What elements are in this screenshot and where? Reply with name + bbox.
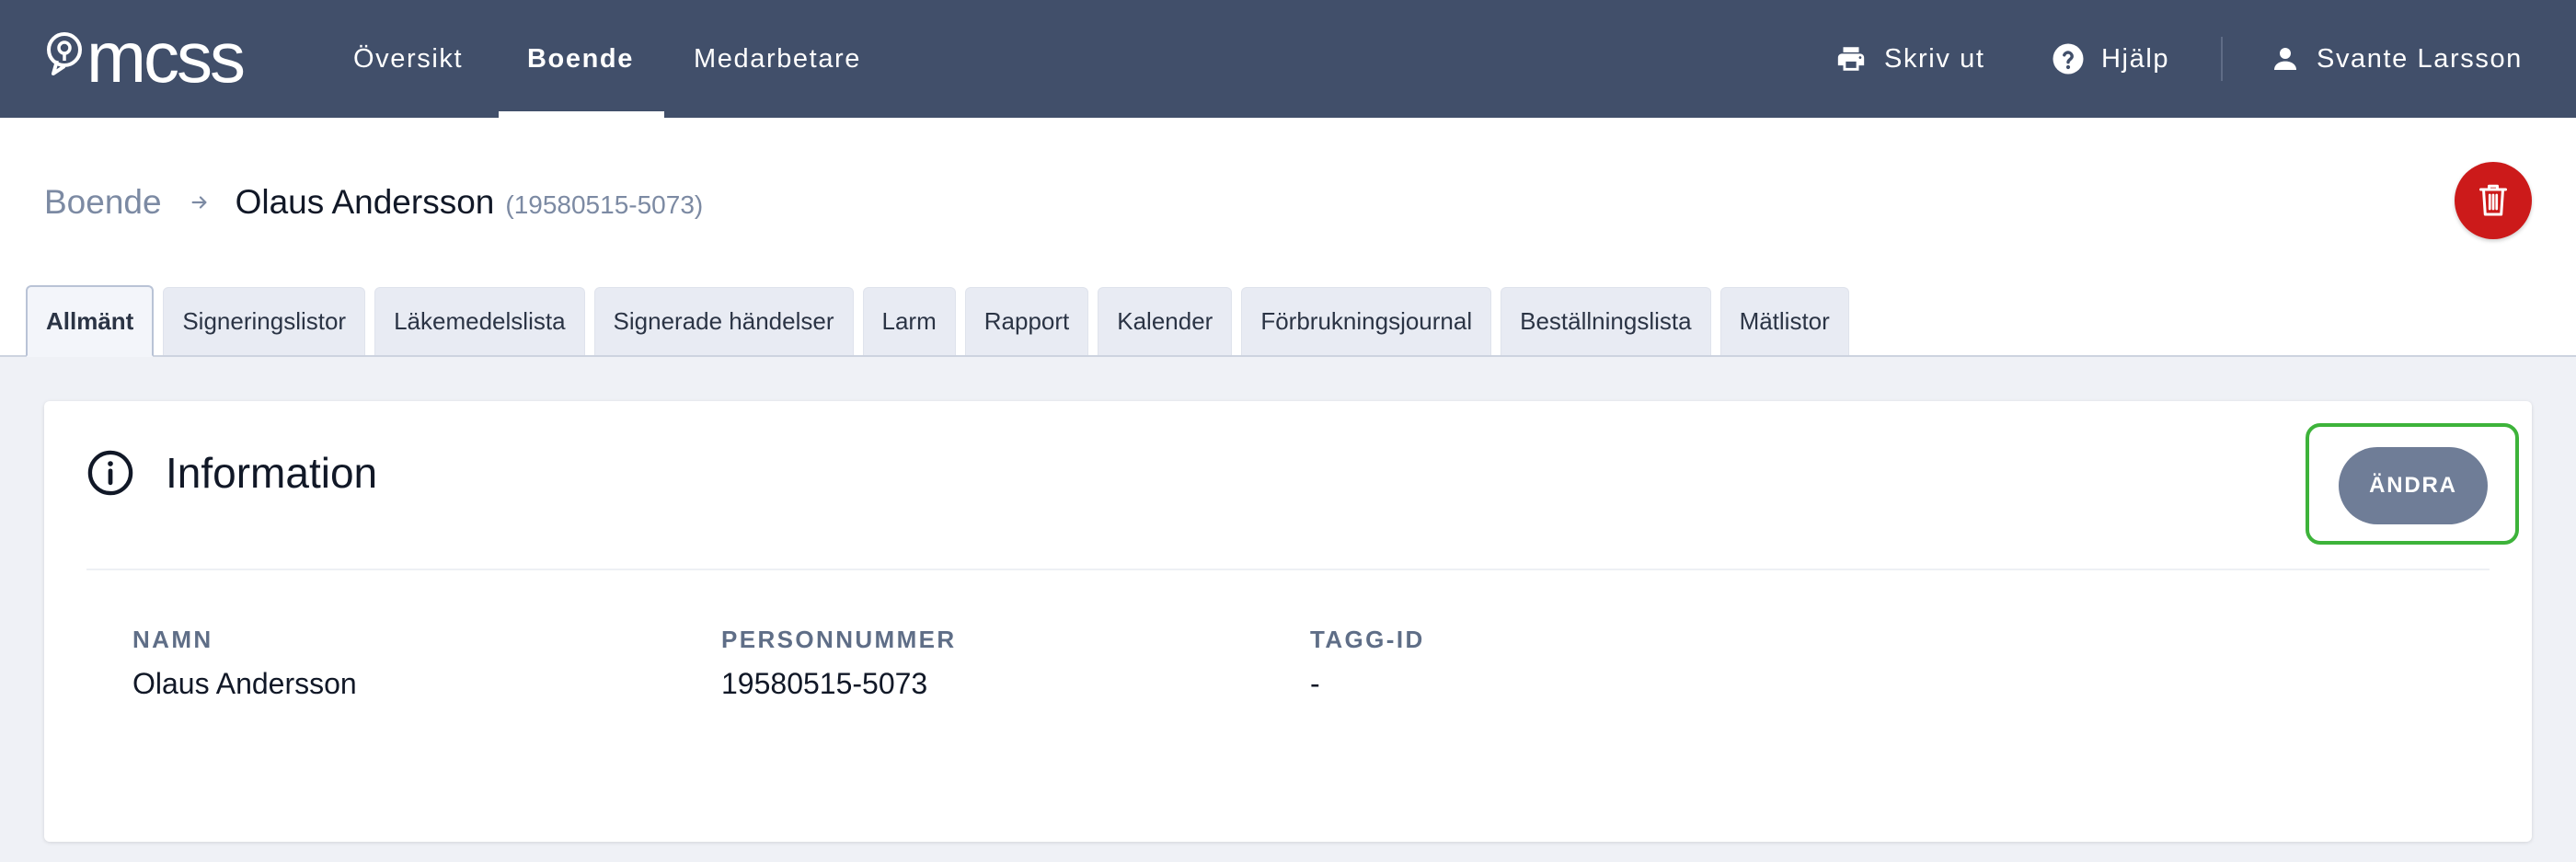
field-value: -: [1310, 667, 1320, 700]
tab-kalender[interactable]: Kalender: [1098, 287, 1233, 355]
tab-larm[interactable]: Larm: [862, 287, 956, 355]
tab-signerade-handelser[interactable]: Signerade händelser: [593, 287, 854, 355]
print-label: Skriv ut: [1884, 43, 1985, 74]
field-value: Olaus Andersson: [132, 667, 357, 700]
arrow-right-icon: [190, 192, 210, 213]
help-icon: [2053, 43, 2084, 75]
tab-allmant[interactable]: Allmänt: [26, 285, 155, 357]
field-personnummer: PERSONNUMMER 19580515-5073: [721, 626, 957, 701]
field-value: 19580515-5073: [721, 667, 928, 700]
help-label: Hjälp: [2101, 43, 2170, 74]
nav-item-boende[interactable]: Boende: [527, 0, 634, 118]
trash-icon: [2479, 184, 2507, 216]
print-button[interactable]: Skriv ut: [1834, 0, 1985, 118]
information-card: Information ÄNDRA NAMN Olaus Andersson P…: [44, 401, 2532, 842]
breadcrumb-parent-link[interactable]: Boende: [44, 183, 162, 222]
breadcrumb: Boende Olaus Andersson (19580515-5073): [44, 177, 703, 228]
help-button[interactable]: Hjälp: [2052, 0, 2169, 118]
tab-forbrukningsjournal[interactable]: Förbrukningsjournal: [1241, 287, 1492, 355]
tab-bestallningslista[interactable]: Beställningslista: [1501, 287, 1711, 355]
nav-divider: [2221, 37, 2223, 81]
logo[interactable]: mcss: [44, 17, 246, 98]
user-icon: [2274, 48, 2296, 70]
field-label: PERSONNUMMER: [721, 626, 957, 653]
printer-icon: [1837, 47, 1865, 71]
card-title: Information: [166, 449, 378, 497]
field-namn: NAMN Olaus Andersson: [132, 626, 357, 701]
page-header: Boende Olaus Andersson (19580515-5073) A…: [0, 118, 2576, 357]
logo-mark-icon: [47, 32, 82, 75]
field-label: NAMN: [132, 626, 213, 653]
card-header: Information: [86, 447, 377, 499]
nav-active-indicator: [499, 111, 664, 118]
edit-button[interactable]: ÄNDRA: [2339, 447, 2488, 524]
tab-rapport[interactable]: Rapport: [964, 287, 1089, 355]
tab-signeringslistor[interactable]: Signeringslistor: [163, 287, 366, 355]
user-name: Svante Larsson: [2317, 43, 2523, 74]
nav-item-oversikt[interactable]: Översikt: [353, 0, 463, 118]
top-navbar: mcss Översikt Boende Medarbetare Skriv u…: [0, 0, 2576, 118]
user-menu[interactable]: Svante Larsson: [2271, 0, 2523, 118]
tab-bar: Allmänt Signeringslistor Läkemedelslista…: [26, 285, 1849, 357]
nav-item-medarbetare[interactable]: Medarbetare: [694, 0, 861, 118]
field-label: TAGG-ID: [1310, 626, 1425, 653]
delete-button[interactable]: [2455, 162, 2532, 239]
page-title: Olaus Andersson: [235, 183, 495, 221]
logo-text: mcss: [86, 17, 246, 98]
field-tagg-id: TAGG-ID -: [1310, 626, 1425, 701]
card-divider: [86, 569, 2490, 570]
page-title-personnummer: (19580515-5073): [505, 190, 704, 219]
info-icon: [87, 450, 133, 496]
tab-lakemedelslista[interactable]: Läkemedelslista: [374, 287, 585, 355]
tab-matlistor[interactable]: Mätlistor: [1719, 287, 1849, 355]
